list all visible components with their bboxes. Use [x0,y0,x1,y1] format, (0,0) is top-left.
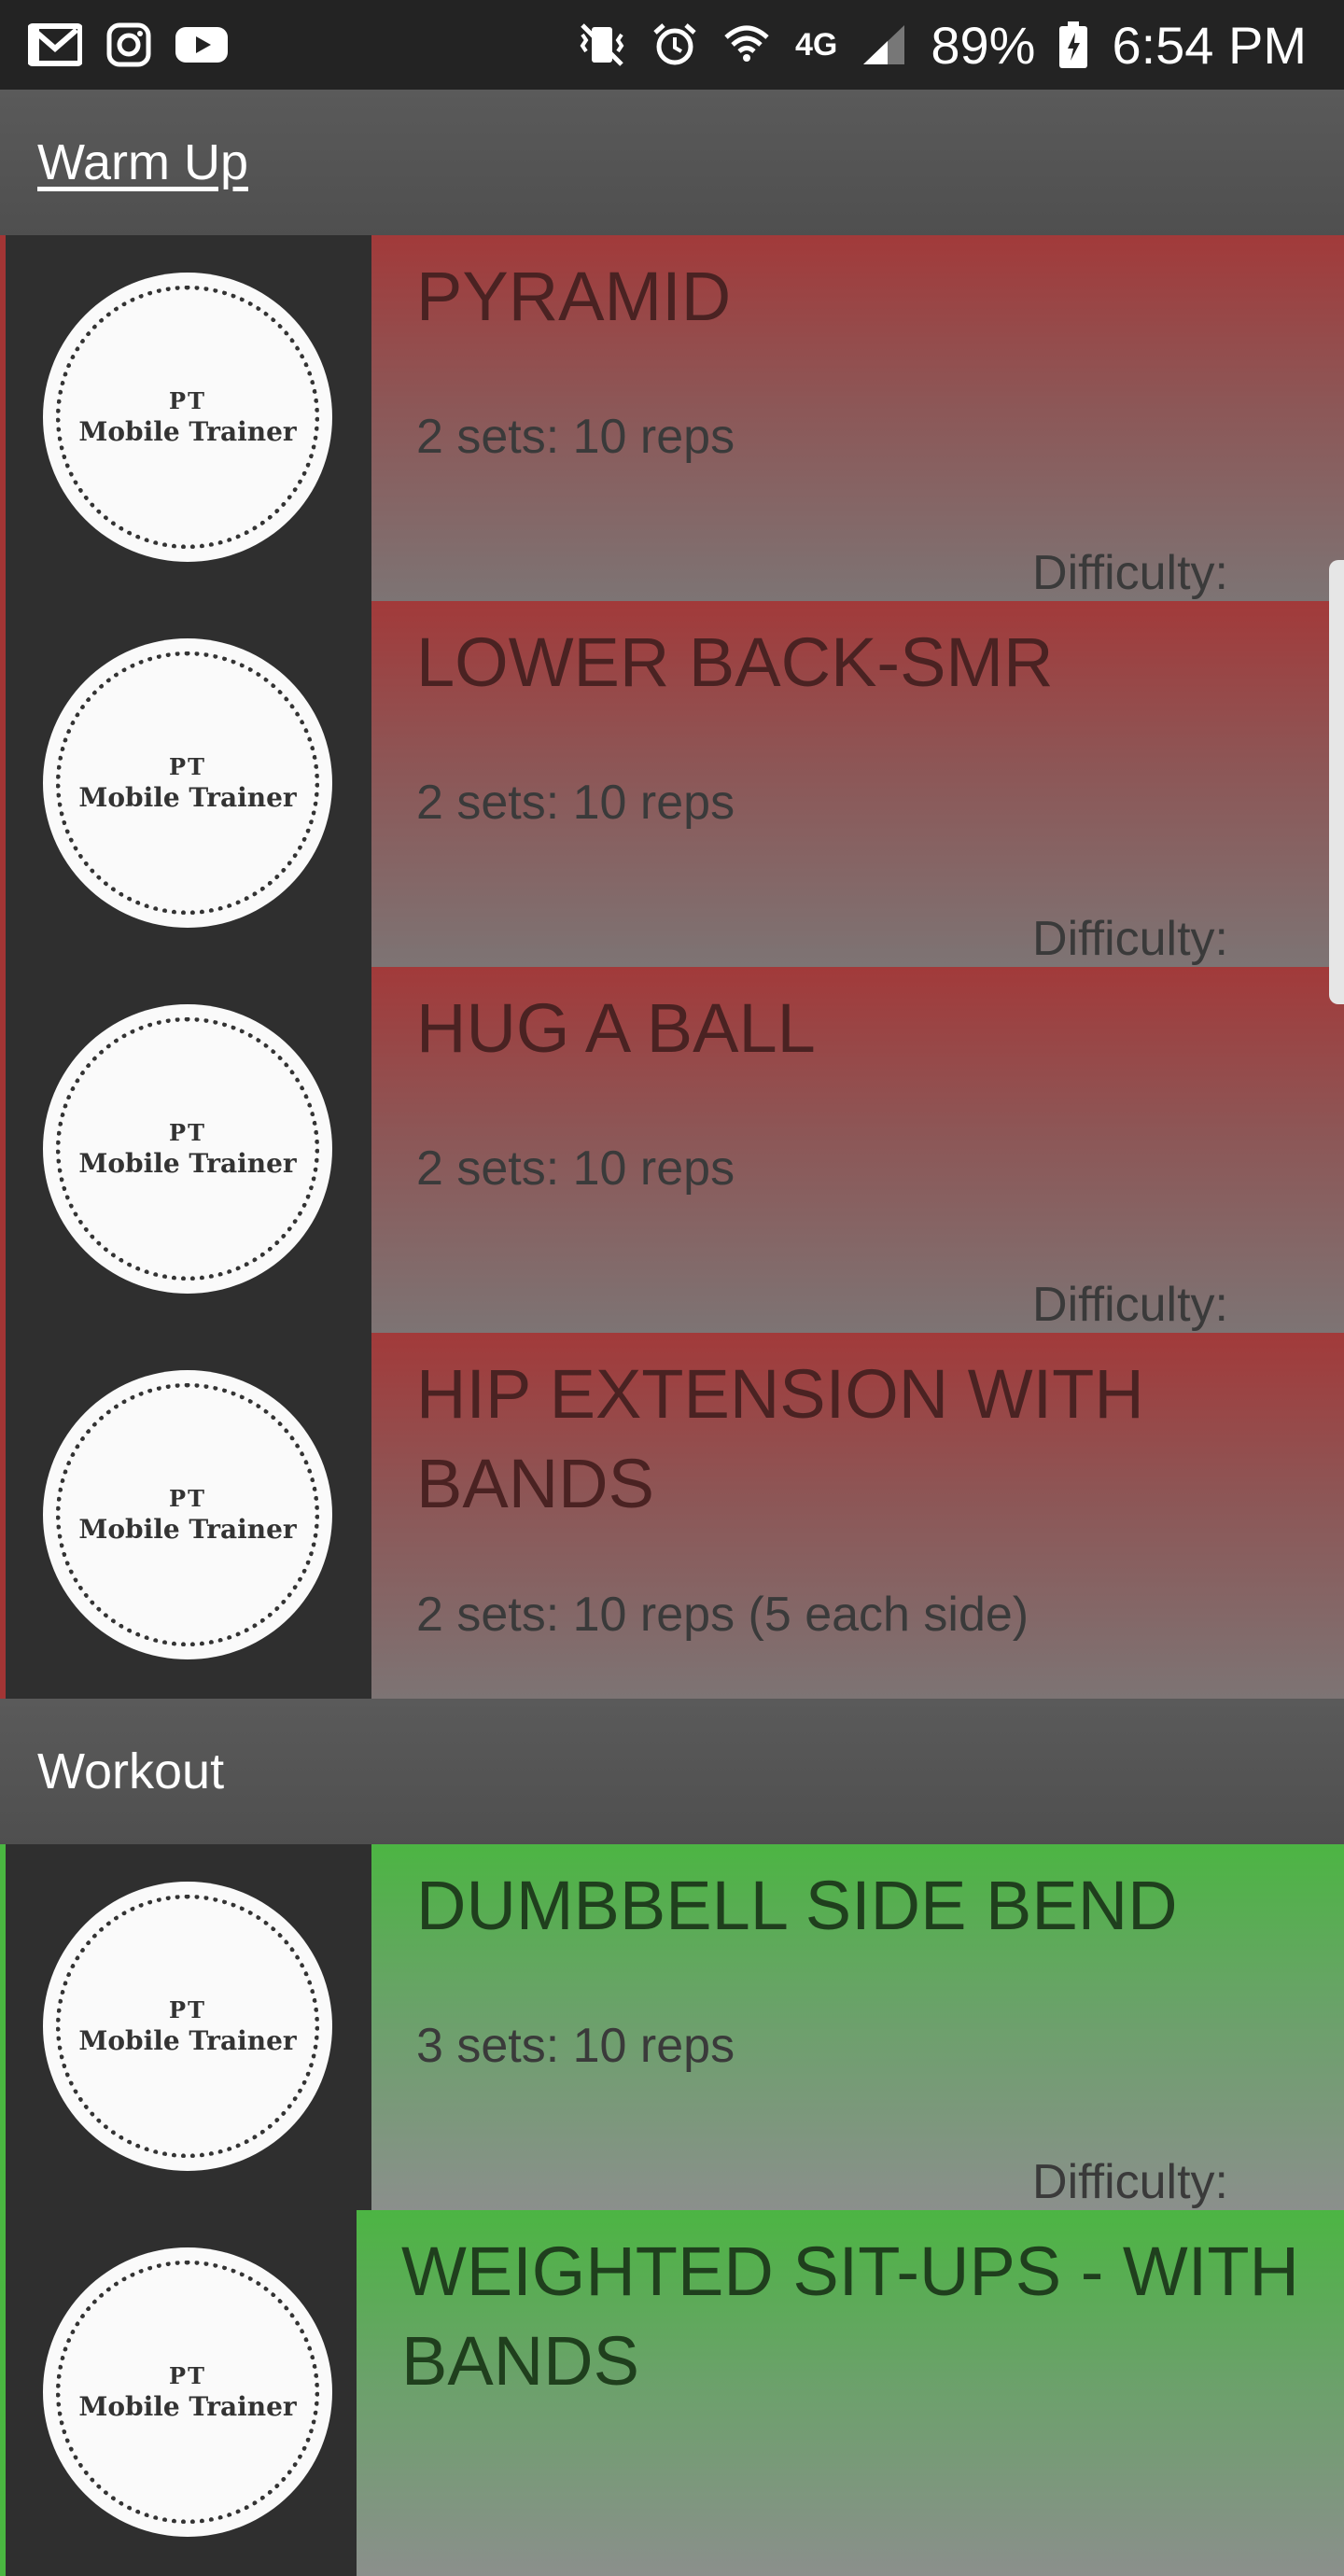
signal-icon [861,23,906,66]
difficulty-label: Difficulty: [1032,546,1228,600]
exercise-list[interactable]: Warm Up PT Mobile Trainer PYRAMID 2 sets:… [0,90,1344,2576]
exercise-row[interactable]: PT Mobile Trainer PYRAMID 2 sets: 10 reps… [0,235,1344,601]
exercise-sets: 2 sets: 10 reps [416,776,735,830]
exercise-details: HUG A BALL 2 sets: 10 reps Difficulty: [371,967,1344,1333]
instagram-icon [106,22,151,67]
difficulty-label: Difficulty: [1032,912,1228,966]
gmail-icon [28,22,82,67]
network-type-label: 4G [794,26,838,63]
status-bar: 4G 89% 6:54 PM [0,0,1344,90]
notification-icons [28,22,228,67]
section-header-warm-up[interactable]: Warm Up [0,90,1344,235]
exercise-sets: 2 sets: 10 reps (5 each side) [416,1588,1029,1642]
difficulty-label: Difficulty: [1032,2155,1228,2209]
pt-mobile-trainer-logo: PT Mobile Trainer [43,273,332,562]
clock: 6:54 PM [1112,15,1307,75]
exercise-name: HUG A BALL [416,989,816,1067]
section-title: Workout [37,1743,225,1799]
pt-mobile-trainer-logo: PT Mobile Trainer [43,638,332,928]
system-icons: 4G 89% 6:54 PM [577,15,1307,76]
pt-mobile-trainer-logo: PT Mobile Trainer [43,1370,332,1659]
exercise-details: HIP EXTENSION WITH BANDS 2 sets: 10 reps… [371,1333,1344,1699]
exercise-name: LOWER BACK-SMR [416,623,1054,701]
section-title: Warm Up [37,134,248,190]
section-header-workout[interactable]: Workout [0,1699,1344,1844]
pt-mobile-trainer-logo: PT Mobile Trainer [43,2247,332,2537]
exercise-thumbnail: PT Mobile Trainer [0,601,371,967]
exercise-name: WEIGHTED SIT-UPS - WITH BANDS [401,2233,1299,2400]
lte-icon: 4G [795,27,837,63]
scrollbar-thumb[interactable] [1329,560,1344,1004]
exercise-row[interactable]: PT Mobile Trainer DUMBBELL SIDE BEND 3 se… [0,1844,1344,2210]
exercise-name: HIP EXTENSION WITH BANDS [416,1355,1144,1522]
exercise-details: WEIGHTED SIT-UPS - WITH BANDS [357,2210,1344,2576]
difficulty-label: Difficulty: [1032,1278,1228,1332]
vibrate-icon [577,21,627,68]
pt-mobile-trainer-logo: PT Mobile Trainer [43,1004,332,1294]
pt-mobile-trainer-logo: PT Mobile Trainer [43,1882,332,2171]
exercise-thumbnail: PT Mobile Trainer [0,1844,371,2210]
exercise-sets: 2 sets: 10 reps [416,1141,735,1196]
youtube-icon [175,25,228,64]
exercise-details: LOWER BACK-SMR 2 sets: 10 reps Difficult… [371,601,1344,967]
exercise-details: DUMBBELL SIDE BEND 3 sets: 10 reps Diffi… [371,1844,1344,2210]
exercise-name: DUMBBELL SIDE BEND [416,1867,1178,1944]
exercise-details: PYRAMID 2 sets: 10 reps Difficulty: [371,235,1344,601]
exercise-sets: 2 sets: 10 reps [416,410,735,464]
exercise-row[interactable]: PT Mobile Trainer HUG A BALL 2 sets: 10 r… [0,967,1344,1333]
alarm-icon [651,21,698,68]
exercise-thumbnail: PT Mobile Trainer [0,235,371,601]
exercise-name: PYRAMID [416,258,732,335]
battery-icon [1059,21,1088,68]
exercise-thumbnail: PT Mobile Trainer [0,967,371,1333]
exercise-sets: 3 sets: 10 reps [416,2019,735,2073]
battery-percent: 89% [931,15,1036,75]
exercise-row[interactable]: PT Mobile Trainer HIP EXTENSION WITH BAND… [0,1333,1344,1699]
exercise-row[interactable]: PT Mobile Trainer WEIGHTED SIT-UPS - WITH… [0,2210,1344,2576]
exercise-row[interactable]: PT Mobile Trainer LOWER BACK-SMR 2 sets: … [0,601,1344,967]
exercise-thumbnail: PT Mobile Trainer [0,2210,357,2576]
wifi-icon [722,22,771,67]
exercise-thumbnail: PT Mobile Trainer [0,1333,371,1699]
